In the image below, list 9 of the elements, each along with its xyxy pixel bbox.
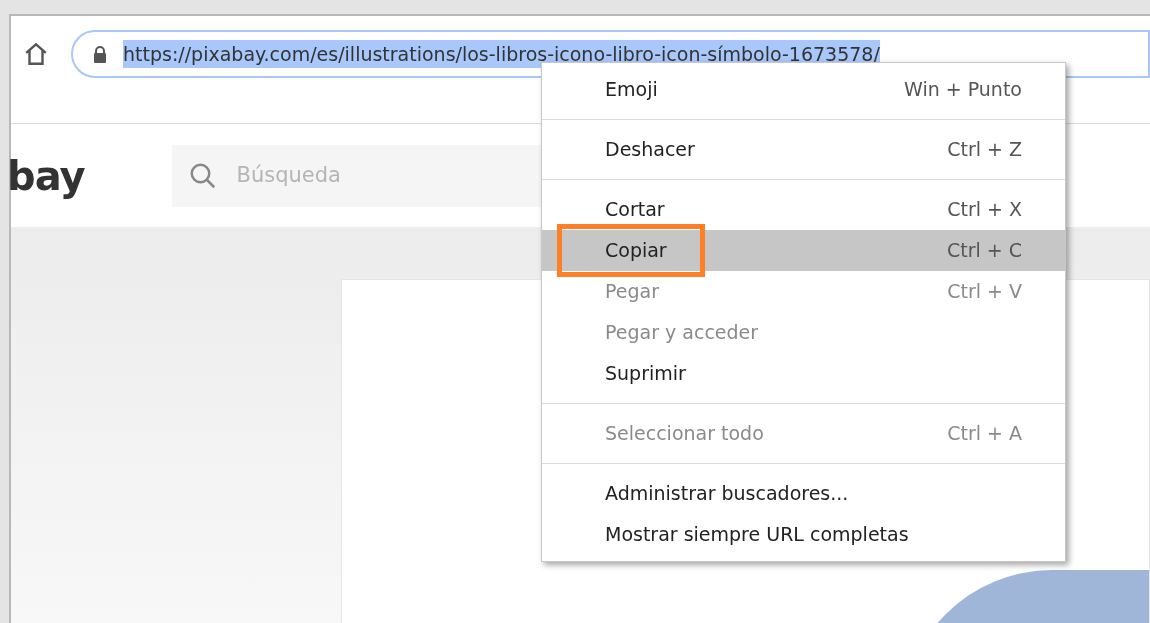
menu-item[interactable]: Mostrar siempre URL completas bbox=[542, 514, 1065, 555]
lock-icon bbox=[93, 45, 107, 63]
menu-item[interactable]: Suprimir bbox=[542, 353, 1065, 394]
menu-item[interactable]: Deshacer Ctrl + Z bbox=[542, 129, 1065, 170]
site-logo[interactable]: bay bbox=[7, 145, 85, 206]
menu-item[interactable]: Cortar Ctrl + X bbox=[542, 189, 1065, 230]
menu-item[interactable]: Copiar Ctrl + C bbox=[542, 230, 1065, 271]
menu-item[interactable]: Administrar buscadores... bbox=[542, 473, 1065, 514]
home-icon[interactable] bbox=[23, 41, 49, 67]
